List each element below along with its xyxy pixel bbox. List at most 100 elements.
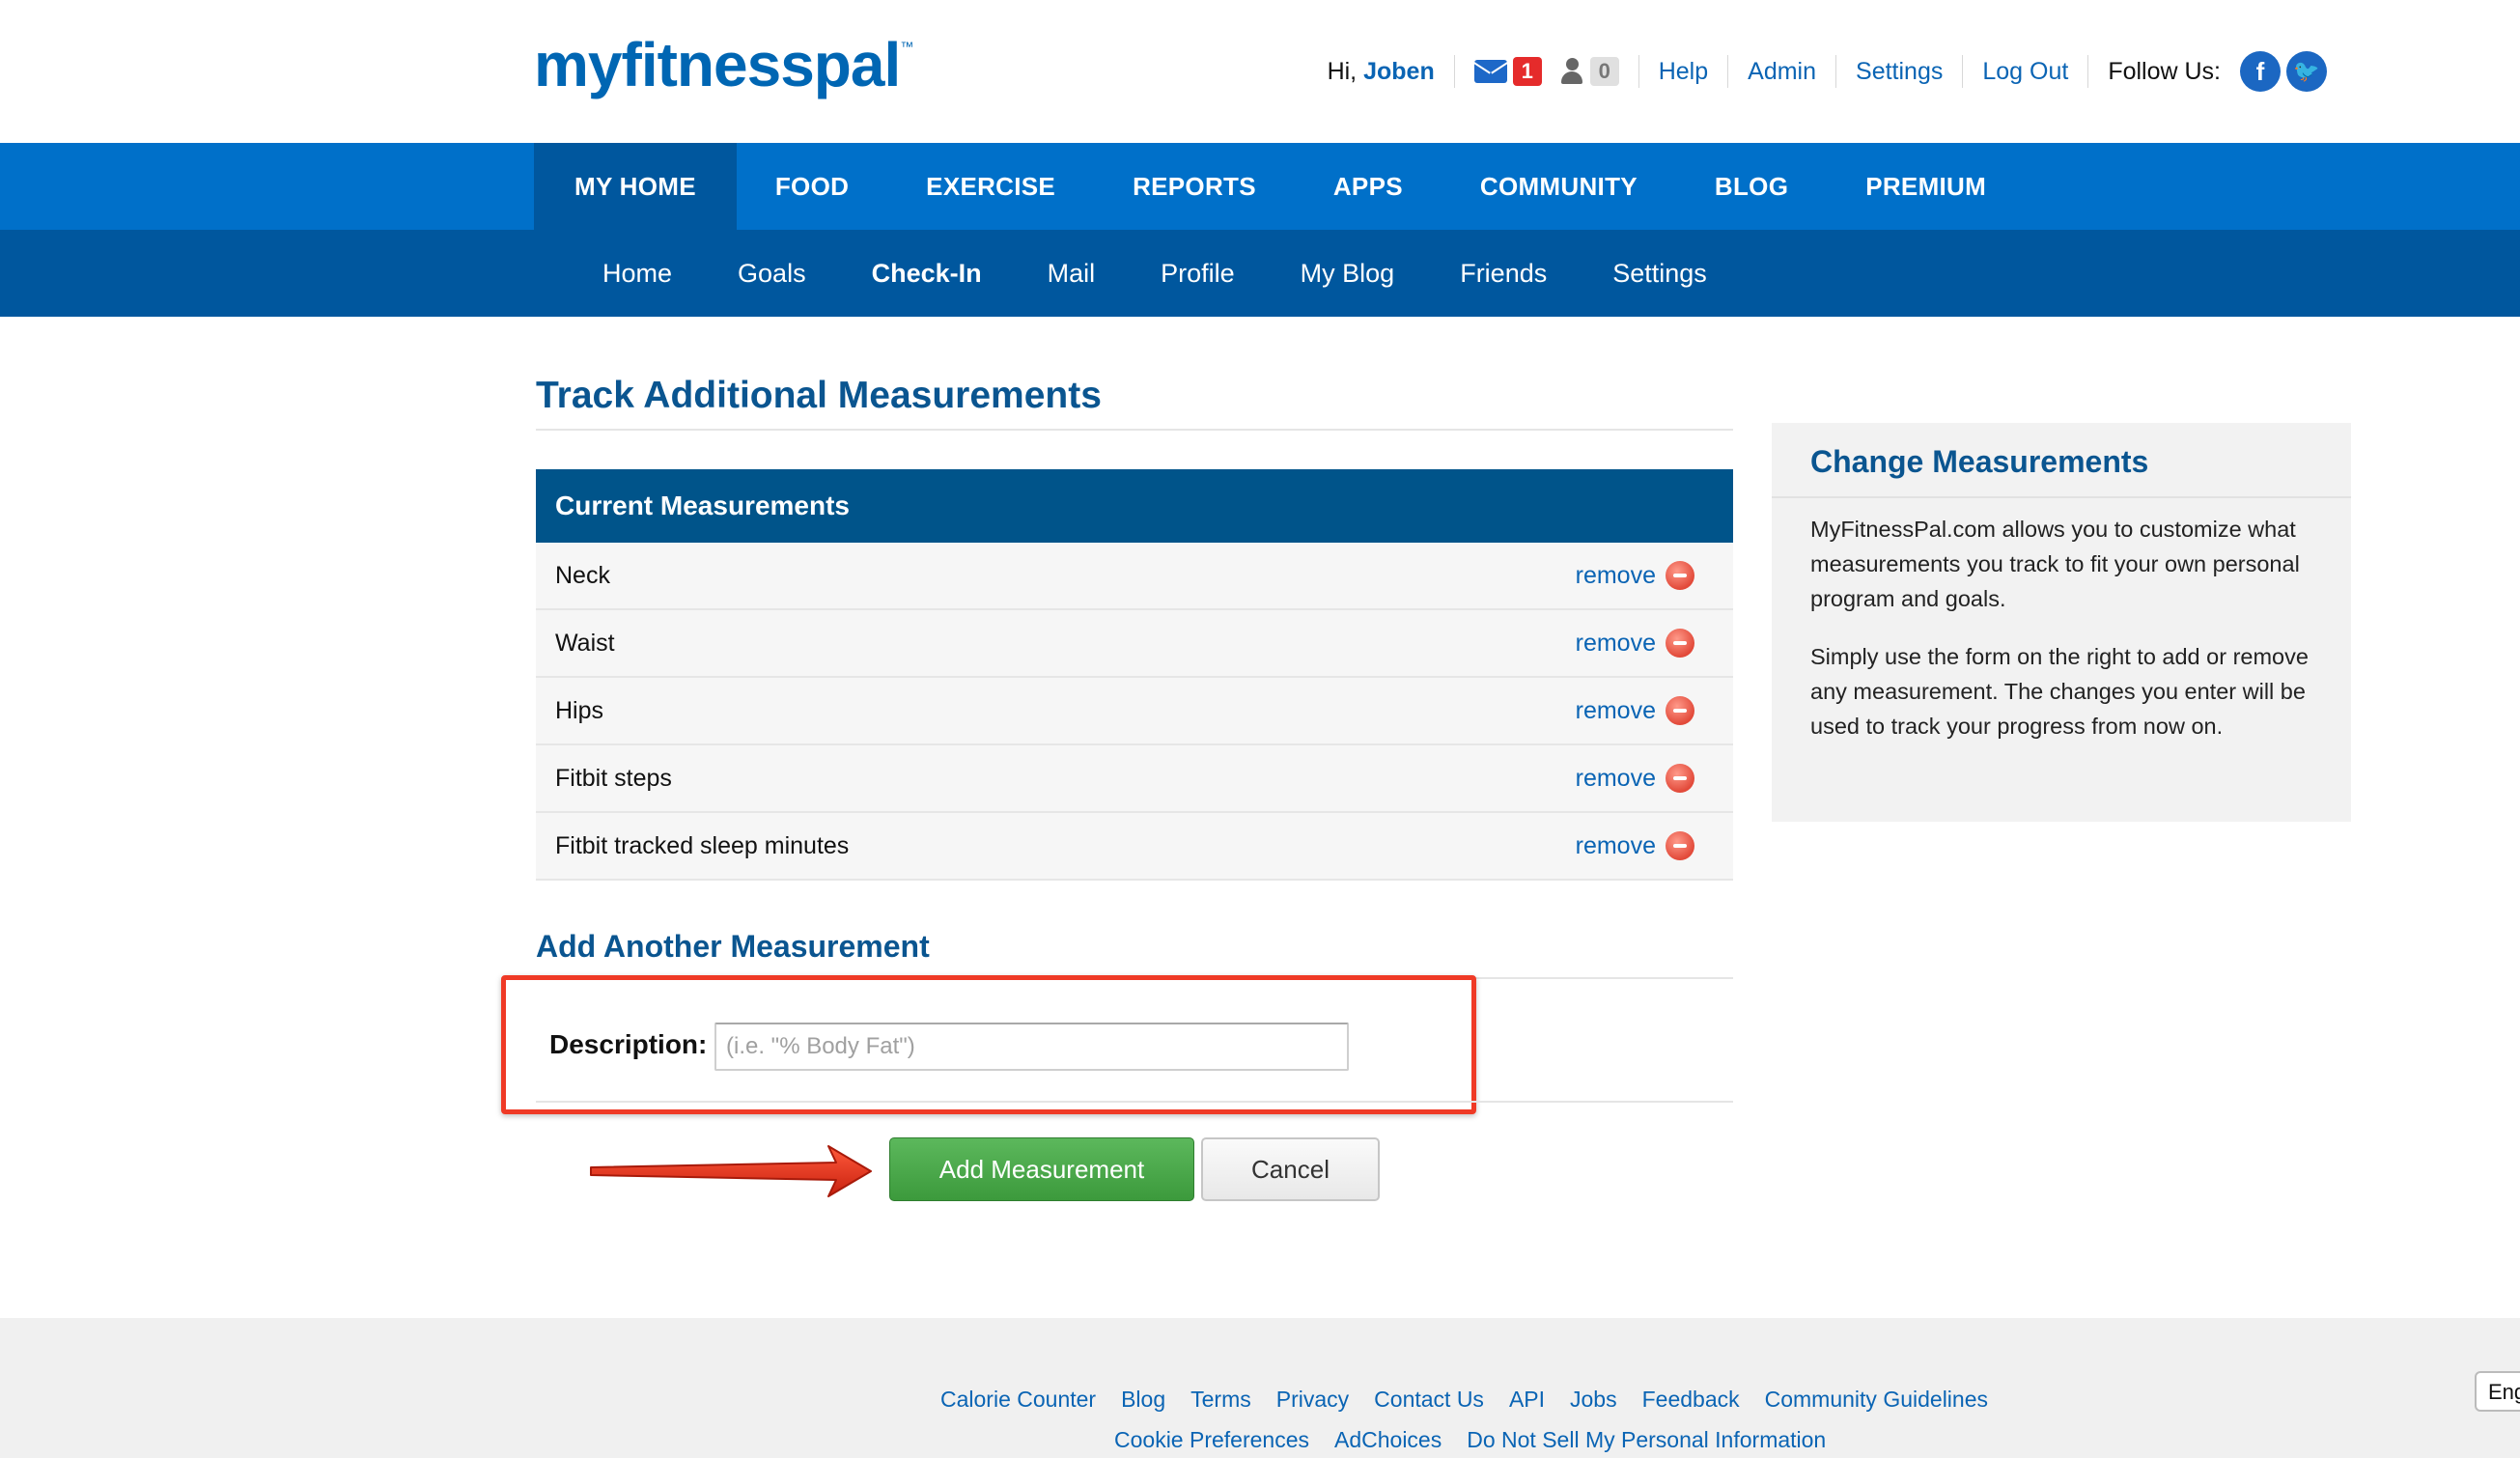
logo[interactable]: myfitnesspal™ xyxy=(534,29,913,100)
remove-label: remove xyxy=(1575,764,1656,792)
remove-label: remove xyxy=(1575,831,1656,859)
cancel-button[interactable]: Cancel xyxy=(1201,1137,1380,1201)
divider xyxy=(1962,55,1964,88)
greeting-text: Hi, xyxy=(1327,57,1358,85)
nav-blog[interactable]: BLOG xyxy=(1676,143,1827,230)
sidebar-paragraph: MyFitnessPal.com allows you to customize… xyxy=(1810,517,2300,611)
measurement-name: Hips xyxy=(555,696,604,724)
measurement-row: Fitbit steps remove xyxy=(536,745,1733,813)
current-measurements-header: Current Measurements xyxy=(536,469,1733,543)
footer-link[interactable]: Blog xyxy=(1121,1387,1165,1413)
remove-button[interactable]: remove xyxy=(1576,629,1694,658)
greeting: Hi, Joben xyxy=(1328,58,1435,86)
subnav-profile[interactable]: Profile xyxy=(1128,230,1268,317)
divider xyxy=(536,1101,1733,1103)
description-label: Description: xyxy=(549,1029,708,1059)
footer-link[interactable]: Feedback xyxy=(1642,1387,1740,1413)
measurement-row: Hips remove xyxy=(536,678,1733,745)
footer-link[interactable]: Community Guidelines xyxy=(1765,1387,1988,1413)
footer-link[interactable]: Contact Us xyxy=(1374,1387,1484,1413)
measurement-name: Fitbit tracked sleep minutes xyxy=(555,831,850,859)
footer-link[interactable]: AdChoices xyxy=(1334,1427,1442,1453)
divider xyxy=(1772,496,2351,498)
admin-link[interactable]: Admin xyxy=(1748,58,1816,86)
friend-requests[interactable]: 0 xyxy=(1559,57,1619,86)
logout-link[interactable]: Log Out xyxy=(1982,58,2068,86)
language-selector[interactable]: Eng xyxy=(2475,1371,2520,1412)
follow-label: Follow Us: xyxy=(2108,57,2221,85)
facebook-icon[interactable]: f xyxy=(2240,51,2281,92)
mail-count-badge: 1 xyxy=(1512,57,1542,86)
annotation-arrow-icon xyxy=(590,1145,872,1197)
footer-link[interactable]: Cookie Preferences xyxy=(1114,1427,1309,1453)
nav-food[interactable]: FOOD xyxy=(737,143,887,230)
footer: Calorie Counter Blog Terms Privacy Conta… xyxy=(0,1318,2520,1458)
footer-links-row: Cookie Preferences AdChoices Do Not Sell… xyxy=(1114,1427,1826,1453)
footer-link[interactable]: Privacy xyxy=(1276,1387,1349,1413)
measurement-name: Waist xyxy=(555,629,615,657)
nav-premium[interactable]: PREMIUM xyxy=(1827,143,2025,230)
settings-link[interactable]: Settings xyxy=(1856,58,1943,86)
main-nav: MY HOME FOOD EXERCISE REPORTS APPS COMMU… xyxy=(0,143,2520,230)
nav-exercise[interactable]: EXERCISE xyxy=(887,143,1094,230)
mail-notifications[interactable]: 1 xyxy=(1473,57,1542,86)
minus-circle-icon[interactable] xyxy=(1666,764,1694,793)
minus-circle-icon[interactable] xyxy=(1666,831,1694,860)
logo-text: myfitnesspal xyxy=(534,30,901,99)
divider xyxy=(536,429,1733,431)
change-measurements-panel: Change Measurements MyFitnessPal.com all… xyxy=(1772,423,2351,822)
add-measurement-title: Add Another Measurement xyxy=(536,929,930,964)
sidebar-title: Change Measurements xyxy=(1810,444,2149,479)
nav-apps[interactable]: APPS xyxy=(1295,143,1442,230)
footer-link[interactable]: Jobs xyxy=(1570,1387,1617,1413)
remove-label: remove xyxy=(1575,561,1656,589)
user-links: Hi, Joben 1 0 Help Admin Settings Log Ou… xyxy=(1328,50,2327,93)
footer-links-row: Calorie Counter Blog Terms Privacy Conta… xyxy=(940,1387,1988,1413)
minus-circle-icon[interactable] xyxy=(1666,696,1694,725)
description-input[interactable] xyxy=(714,1023,1349,1071)
measurements-list: Neck remove Waist remove Hips remove Fit… xyxy=(536,543,1733,881)
subnav-goals[interactable]: Goals xyxy=(705,230,839,317)
subnav-settings[interactable]: Settings xyxy=(1580,230,1740,317)
measurement-row: Neck remove xyxy=(536,543,1733,610)
sidebar-paragraph: Simply use the form on the right to add … xyxy=(1810,644,2309,739)
nav-community[interactable]: COMMUNITY xyxy=(1442,143,1676,230)
subnav-check-in[interactable]: Check-In xyxy=(839,230,1015,317)
friend-count-badge: 0 xyxy=(1589,57,1619,86)
measurement-row: Fitbit tracked sleep minutes remove xyxy=(536,813,1733,881)
divider xyxy=(1727,55,1729,88)
measurement-name: Fitbit steps xyxy=(555,764,672,792)
minus-circle-icon[interactable] xyxy=(1666,629,1694,658)
remove-button[interactable]: remove xyxy=(1576,561,1694,590)
footer-link[interactable]: Do Not Sell My Personal Information xyxy=(1467,1427,1826,1453)
subnav-my-blog[interactable]: My Blog xyxy=(1268,230,1428,317)
divider xyxy=(1638,55,1639,88)
minus-circle-icon[interactable] xyxy=(1666,561,1694,590)
page-title: Track Additional Measurements xyxy=(536,375,1102,416)
subnav-home[interactable]: Home xyxy=(570,230,705,317)
logo-tm: ™ xyxy=(900,39,913,54)
top-header: myfitnesspal™ Hi, Joben 1 0 Help Admin S… xyxy=(0,0,2520,143)
twitter-icon[interactable]: 🐦 xyxy=(2286,51,2327,92)
divider xyxy=(2087,55,2089,88)
footer-link[interactable]: Terms xyxy=(1190,1387,1251,1413)
remove-button[interactable]: remove xyxy=(1576,696,1694,725)
username-link[interactable]: Joben xyxy=(1363,58,1435,85)
mail-icon xyxy=(1473,60,1507,83)
subnav-friends[interactable]: Friends xyxy=(1427,230,1580,317)
sub-nav: Home Goals Check-In Mail Profile My Blog… xyxy=(0,230,2520,317)
divider xyxy=(1453,55,1455,88)
nav-my-home[interactable]: MY HOME xyxy=(534,143,737,230)
remove-button[interactable]: remove xyxy=(1576,764,1694,793)
divider xyxy=(1835,55,1837,88)
footer-link[interactable]: API xyxy=(1509,1387,1545,1413)
remove-button[interactable]: remove xyxy=(1576,831,1694,860)
add-measurement-button[interactable]: Add Measurement xyxy=(889,1137,1194,1201)
remove-label: remove xyxy=(1575,696,1656,724)
person-icon xyxy=(1559,57,1584,86)
footer-link[interactable]: Calorie Counter xyxy=(940,1387,1096,1413)
nav-reports[interactable]: REPORTS xyxy=(1094,143,1295,230)
help-link[interactable]: Help xyxy=(1659,58,1708,86)
remove-label: remove xyxy=(1575,629,1656,657)
subnav-mail[interactable]: Mail xyxy=(1015,230,1129,317)
